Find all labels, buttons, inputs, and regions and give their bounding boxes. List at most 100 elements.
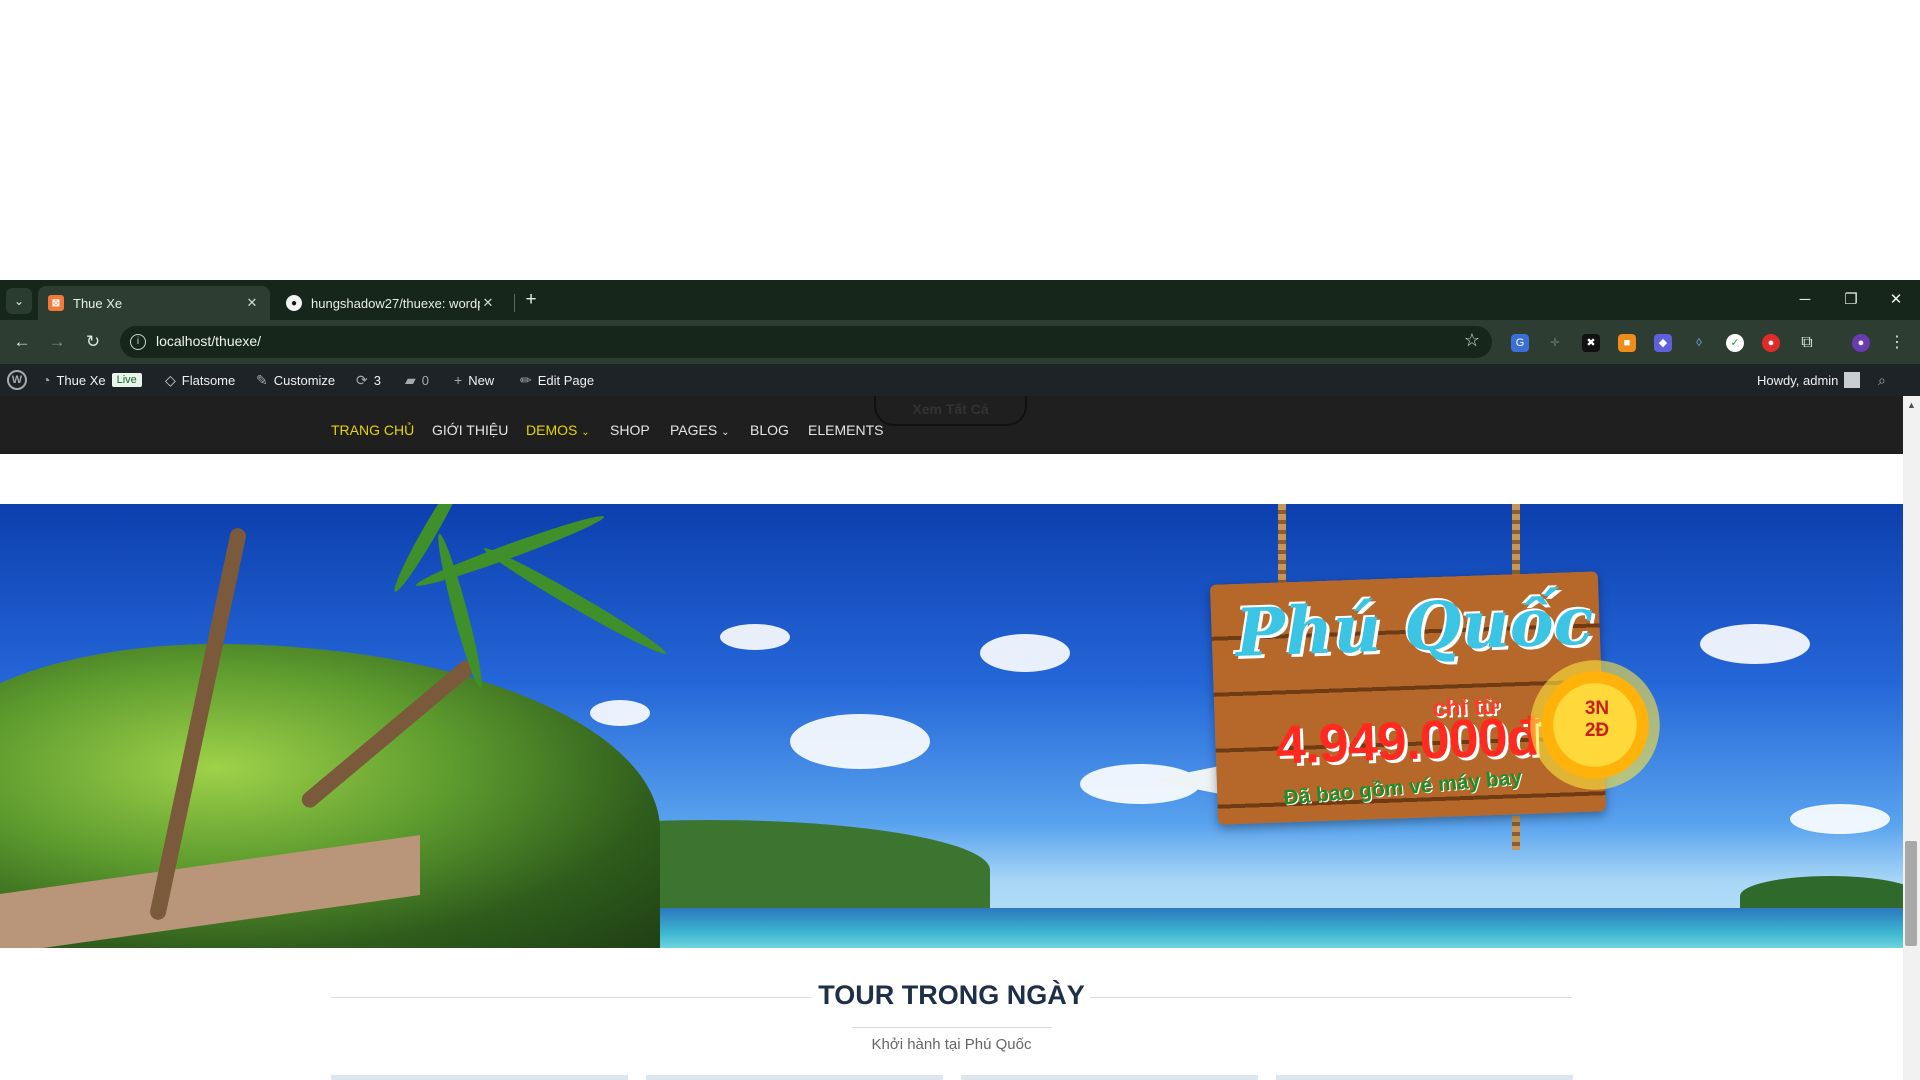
tab-strip: ⌄ ⊠ Thue Xe ✕ ● hungshadow27/thuexe: wor…	[0, 280, 1920, 320]
crosshair-extension-icon[interactable]: ✛	[1546, 334, 1564, 352]
live-badge: Live	[111, 373, 142, 387]
scroll-up-icon[interactable]: ▲	[1907, 400, 1916, 410]
updates-icon: ⟳	[356, 371, 368, 388]
tab-search-dropdown-icon[interactable]: ⌄	[6, 288, 32, 314]
wp-updates-link[interactable]: ⟳ 3	[356, 364, 381, 396]
customize-label: Customize	[273, 372, 336, 388]
cloud	[980, 634, 1070, 672]
site-header-nav: Xem Tất Cả TRANG CHỦ GIỚI THIỆU DEMOS ⌄ …	[0, 396, 1903, 454]
duration-nights: 3N	[1584, 698, 1610, 719]
view-all-button[interactable]: Xem Tất Cả	[874, 396, 1027, 426]
wp-search[interactable]: ⌕	[1878, 364, 1886, 396]
tour-card[interactable]	[646, 1075, 943, 1080]
new-label: New	[468, 372, 495, 388]
green-check-extension-icon[interactable]: ✓	[1726, 334, 1744, 352]
brush-icon: ✎	[256, 371, 268, 388]
page-scrollbar[interactable]: ▲	[1903, 396, 1920, 1080]
updates-count: 3	[373, 372, 381, 388]
dashboard-icon: ◔	[42, 372, 51, 388]
wp-new-menu[interactable]: + New	[454, 364, 494, 396]
section-title: TOUR TRONG NGÀY	[818, 980, 1085, 1010]
xampp-icon: ⊠	[48, 295, 64, 311]
tab-divider	[514, 294, 515, 312]
extensions-puzzle-icon[interactable]: ⧉	[1798, 334, 1816, 352]
duration-days: 2Đ	[1584, 720, 1610, 741]
cloud	[590, 700, 650, 726]
nav-item-pages[interactable]: PAGES ⌄	[670, 422, 729, 438]
wp-comments-link[interactable]: ▰ 0	[405, 364, 429, 396]
close-icon[interactable]: ✕	[480, 295, 496, 311]
avatar	[1844, 372, 1861, 388]
rope	[1512, 816, 1520, 850]
wp-customize-link[interactable]: ✎ Customize	[256, 364, 335, 396]
sign-price: 4.949.000đ	[1274, 706, 1540, 776]
site-info-icon[interactable]: i	[130, 334, 146, 350]
hero-banner: Phú Quốc chỉ từ 4.949.000đ Đã bao gồm vé…	[0, 504, 1903, 948]
site-name-label: Thue Xe	[56, 372, 106, 388]
drop-extension-icon[interactable]: ◊	[1690, 334, 1708, 352]
orange-extension-icon[interactable]: ■	[1618, 334, 1636, 352]
cloud	[1700, 624, 1810, 664]
tab-github[interactable]: ● hungshadow27/thuexe: wordpr ✕	[276, 286, 506, 320]
browser-toolbar: ← → ↻ i localhost/thuexe/ ☆ G ✛ ✖ ■ ◆ ◊ …	[0, 320, 1920, 364]
wp-edit-page-link[interactable]: ✏ Edit Page	[520, 364, 594, 396]
howdy-label: Howdy, admin	[1757, 372, 1839, 388]
rope	[1278, 504, 1286, 584]
wordpress-logo-icon: W	[7, 370, 27, 390]
tour-card[interactable]	[961, 1075, 1258, 1080]
browser-window: ⌄ ⊠ Thue Xe ✕ ● hungshadow27/thuexe: wor…	[0, 280, 1920, 1080]
sign-title: Phú Quốc	[1234, 581, 1596, 672]
nav-item-label: DEMOS	[526, 422, 578, 438]
cloud	[720, 624, 790, 650]
tab-title: Thue Xe	[73, 295, 123, 311]
wp-site-name-menu[interactable]: ◔ Thue Xe Live	[42, 364, 142, 396]
section-subtitle: Khởi hành tại Phú Quốc	[871, 1036, 1032, 1053]
browser-menu-icon[interactable]: ⋮	[1888, 334, 1906, 352]
nav-item-demos[interactable]: DEMOS ⌄	[526, 422, 590, 438]
edit-page-label: Edit Page	[537, 372, 595, 388]
tour-card[interactable]	[1276, 1075, 1573, 1080]
nav-item-home[interactable]: TRANG CHỦ	[331, 422, 414, 438]
wp-admin-bar: W ◔ Thue Xe Live ◇ Flatsome ✎ Customize …	[0, 364, 1920, 396]
cloud	[1790, 804, 1890, 834]
search-icon: ⌕	[1878, 371, 1886, 388]
wp-flatsome-menu[interactable]: ◇ Flatsome	[165, 364, 235, 396]
close-icon[interactable]: ✕	[244, 295, 260, 311]
restore-button[interactable]: ❐	[1829, 284, 1873, 316]
flatsome-label: Flatsome	[181, 372, 236, 388]
reload-button[interactable]: ↻	[81, 330, 105, 354]
flatsome-icon: ◇	[165, 371, 176, 388]
scrollbar-thumb[interactable]	[1905, 841, 1917, 946]
address-bar[interactable]: i localhost/thuexe/ ☆	[120, 326, 1492, 358]
nav-item-shop[interactable]: SHOP	[610, 422, 650, 438]
wp-logo-menu[interactable]: W	[7, 364, 27, 396]
chevron-down-icon: ⌄	[581, 427, 590, 438]
red-extension-icon[interactable]: ●	[1762, 334, 1780, 352]
pencil-icon: ✏	[520, 371, 532, 388]
cloud	[790, 714, 930, 769]
nav-item-about[interactable]: GIỚI THIỆU	[432, 422, 508, 438]
nav-item-label: PAGES	[670, 422, 718, 438]
duration-badge: 3N 2Đ	[1570, 698, 1624, 742]
nav-item-elements[interactable]: ELEMENTS	[808, 422, 883, 438]
plus-icon: +	[454, 372, 463, 388]
back-button[interactable]: ←	[10, 330, 34, 354]
grid-extension-icon[interactable]: ✖	[1582, 334, 1600, 352]
comment-icon: ▰	[405, 371, 416, 388]
purple-extension-icon[interactable]: ◆	[1654, 334, 1672, 352]
comments-count: 0	[421, 372, 430, 388]
bookmark-star-icon[interactable]: ☆	[1464, 330, 1480, 351]
wp-account-menu[interactable]: Howdy, admin	[1757, 364, 1861, 396]
chevron-down-icon: ⌄	[721, 427, 730, 438]
profile-avatar-icon[interactable]: ●	[1852, 334, 1870, 352]
nav-item-blog[interactable]: BLOG	[750, 422, 789, 438]
close-window-button[interactable]: ✕	[1874, 284, 1918, 316]
tab-title: hungshadow27/thuexe: wordpr	[311, 295, 480, 311]
translate-extension-icon[interactable]: G	[1511, 334, 1529, 352]
tab-thue-xe[interactable]: ⊠ Thue Xe ✕	[38, 286, 270, 320]
minimize-button[interactable]: ─	[1783, 284, 1827, 316]
tour-card[interactable]	[331, 1075, 628, 1080]
new-tab-button[interactable]: +	[520, 288, 542, 312]
divider	[852, 1027, 1052, 1028]
forward-button[interactable]: →	[45, 330, 69, 354]
